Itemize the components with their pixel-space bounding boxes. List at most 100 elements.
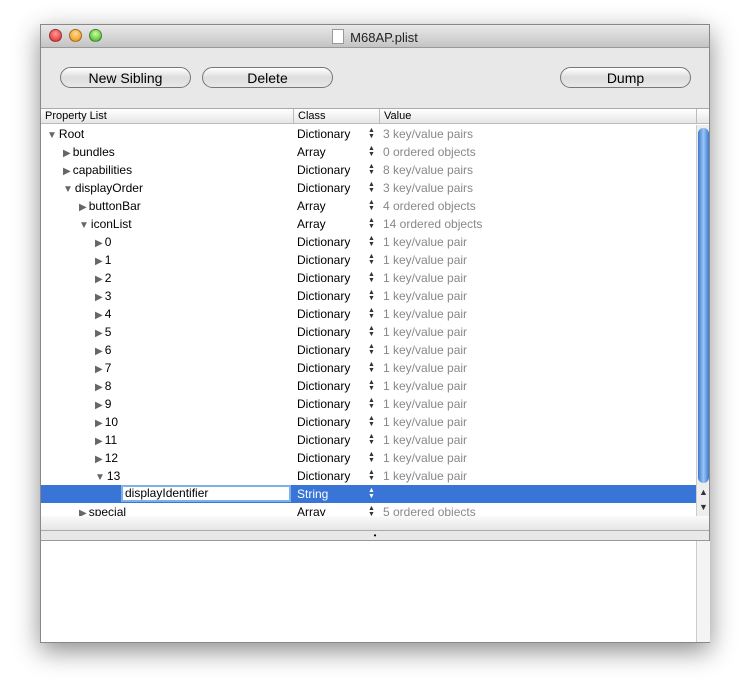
class-stepper-icon[interactable]: ▲ ▼ — [368, 415, 375, 428]
disclosure-triangle-collapsed-icon[interactable]: ▶ — [95, 310, 103, 321]
class-stepper-icon[interactable]: ▲ ▼ — [368, 217, 375, 230]
table-row[interactable]: ▶ 9 Dictionary ▲ ▼ 1 key/value pair — [41, 395, 696, 413]
title-bar[interactable]: M68AP.plist — [41, 25, 709, 48]
row-value[interactable]: 1 key/value pair — [383, 341, 467, 359]
class-stepper-icon[interactable]: ▲ ▼ — [368, 469, 375, 482]
table-row[interactable]: ▶ 4 Dictionary ▲ ▼ 1 key/value pair — [41, 305, 696, 323]
table-row[interactable]: ▶ 7 Dictionary ▲ ▼ 1 key/value pair — [41, 359, 696, 377]
row-class[interactable]: String — [297, 485, 328, 503]
class-stepper-icon[interactable]: ▲ ▼ — [368, 235, 375, 248]
disclosure-triangle-expanded-icon[interactable]: ▼ — [95, 472, 105, 483]
class-stepper-icon[interactable]: ▲ ▼ — [368, 145, 375, 158]
row-value[interactable]: 14 ordered objects — [383, 215, 482, 233]
row-value[interactable]: 1 key/value pair — [383, 287, 467, 305]
row-class[interactable]: Dictionary — [297, 449, 350, 467]
row-class[interactable]: Array — [297, 503, 326, 517]
vertical-scrollbar[interactable]: ▲ ▼ — [696, 125, 709, 517]
table-row[interactable]: ▼ displayOrder Dictionary ▲ ▼ 3 key/value pai… — [41, 179, 696, 197]
class-stepper-icon[interactable]: ▲ ▼ — [368, 433, 375, 446]
row-value[interactable]: 1 key/value pair — [383, 323, 467, 341]
disclosure-triangle-collapsed-icon[interactable]: ▶ — [63, 148, 71, 159]
class-stepper-icon[interactable]: ▲ ▼ — [368, 397, 375, 410]
row-class[interactable]: Dictionary — [297, 269, 350, 287]
column-header-value[interactable]: Value — [384, 110, 411, 122]
row-class[interactable]: Array — [297, 197, 326, 215]
row-class[interactable]: Dictionary — [297, 287, 350, 305]
column-header-class[interactable]: Class — [298, 110, 326, 122]
row-class[interactable]: Dictionary — [297, 125, 350, 143]
disclosure-triangle-expanded-icon[interactable]: ▼ — [47, 130, 57, 141]
table-row[interactable]: ▶ 2 Dictionary ▲ ▼ 1 key/value pair — [41, 269, 696, 287]
class-stepper-icon[interactable]: ▲ ▼ — [368, 487, 375, 500]
key-edit-field[interactable]: displayIdentifier — [121, 485, 291, 502]
class-stepper-icon[interactable]: ▲ ▼ — [368, 379, 375, 392]
row-value[interactable]: 0 ordered objects — [383, 143, 476, 161]
table-row[interactable]: ▶ 11 Dictionary ▲ ▼ 1 key/value pair — [41, 431, 696, 449]
table-row[interactable]: ▶ bundles Array ▲ ▼ 0 ordered objects — [41, 143, 696, 161]
row-value[interactable]: 1 key/value pair — [383, 233, 467, 251]
table-row[interactable]: ▶ 12 Dictionary ▲ ▼ 1 key/value pair — [41, 449, 696, 467]
row-class[interactable]: Array — [297, 215, 326, 233]
table-row[interactable]: ▶ capabilities Dictionary ▲ ▼ 8 key/value pai… — [41, 161, 696, 179]
dump-text-view[interactable] — [41, 541, 696, 642]
table-row[interactable]: ▶ special Array ▲ ▼ 5 ordered objects — [41, 503, 696, 517]
class-stepper-icon[interactable]: ▲ ▼ — [368, 451, 375, 464]
dump-button[interactable]: Dump — [560, 67, 691, 88]
disclosure-triangle-collapsed-icon[interactable]: ▶ — [95, 400, 103, 411]
table-row[interactable]: ▶ 8 Dictionary ▲ ▼ 1 key/value pair — [41, 377, 696, 395]
table-row[interactable]: ▶ 6 Dictionary ▲ ▼ 1 key/value pair — [41, 341, 696, 359]
row-class[interactable]: Dictionary — [297, 305, 350, 323]
disclosure-triangle-collapsed-icon[interactable]: ▶ — [95, 346, 103, 357]
disclosure-triangle-collapsed-icon[interactable]: ▶ — [95, 436, 103, 447]
class-stepper-icon[interactable]: ▲ ▼ — [368, 325, 375, 338]
class-stepper-icon[interactable]: ▲ ▼ — [368, 253, 375, 266]
split-view-divider[interactable]: • — [41, 531, 709, 541]
table-row[interactable]: ▼ Root Dictionary ▲ ▼ 3 key/value pairs — [41, 125, 696, 143]
row-value[interactable]: 1 key/value pair — [383, 377, 467, 395]
table-row[interactable]: ▶ 5 Dictionary ▲ ▼ 1 key/value pair — [41, 323, 696, 341]
disclosure-triangle-collapsed-icon[interactable]: ▶ — [79, 202, 87, 213]
row-value[interactable]: 1 key/value pair — [383, 269, 467, 287]
disclosure-triangle-expanded-icon[interactable]: ▼ — [63, 184, 73, 195]
table-row[interactable]: ▼ iconList Array ▲ ▼ 14 ordered objects — [41, 215, 696, 233]
scrollbar-thumb[interactable] — [698, 128, 709, 483]
class-stepper-icon[interactable]: ▲ ▼ — [368, 307, 375, 320]
row-class[interactable]: Dictionary — [297, 233, 350, 251]
text-view-scrollbar[interactable] — [696, 541, 710, 642]
table-row[interactable]: ▶ buttonBar Array ▲ ▼ 4 ordered objects — [41, 197, 696, 215]
row-value[interactable]: 5 ordered objects — [383, 503, 476, 517]
class-stepper-icon[interactable]: ▲ ▼ — [368, 127, 375, 140]
disclosure-triangle-collapsed-icon[interactable]: ▶ — [95, 418, 103, 429]
table-row[interactable]: ▼ 13 Dictionary ▲ ▼ 1 key/value pair — [41, 467, 696, 485]
disclosure-triangle-expanded-icon[interactable]: ▼ — [79, 220, 89, 231]
row-value[interactable]: 1 key/value pair — [383, 305, 467, 323]
class-stepper-icon[interactable]: ▲ ▼ — [368, 271, 375, 284]
row-value[interactable]: 3 key/value pairs — [383, 125, 473, 143]
row-class[interactable]: Dictionary — [297, 161, 350, 179]
disclosure-triangle-collapsed-icon[interactable]: ▶ — [95, 328, 103, 339]
row-class[interactable]: Dictionary — [297, 467, 350, 485]
row-value[interactable]: 3 key/value pairs — [383, 179, 473, 197]
table-row[interactable]: ▶ 10 Dictionary ▲ ▼ 1 key/value pair — [41, 413, 696, 431]
disclosure-triangle-collapsed-icon[interactable]: ▶ — [95, 364, 103, 375]
row-class[interactable]: Dictionary — [297, 179, 350, 197]
row-value[interactable]: 1 key/value pair — [383, 431, 467, 449]
table-row[interactable]: ▶ 0 Dictionary ▲ ▼ 1 key/value pair — [41, 233, 696, 251]
row-class[interactable]: Dictionary — [297, 251, 350, 269]
row-value[interactable]: 4 ordered objects — [383, 197, 476, 215]
row-class[interactable]: Dictionary — [297, 323, 350, 341]
row-value[interactable]: 1 key/value pair — [383, 395, 467, 413]
table-row[interactable]: displayIdentifier String ▲ ▼ — [41, 485, 696, 503]
table-row[interactable]: ▶ 1 Dictionary ▲ ▼ 1 key/value pair — [41, 251, 696, 269]
delete-button[interactable]: Delete — [202, 67, 333, 88]
disclosure-triangle-collapsed-icon[interactable]: ▶ — [95, 454, 103, 465]
row-class[interactable]: Dictionary — [297, 359, 350, 377]
row-value[interactable]: 8 key/value pairs — [383, 161, 473, 179]
scroll-up-arrow[interactable]: ▲ — [699, 487, 708, 497]
row-value[interactable]: 1 key/value pair — [383, 449, 467, 467]
row-value[interactable]: 1 key/value pair — [383, 251, 467, 269]
class-stepper-icon[interactable]: ▲ ▼ — [368, 361, 375, 374]
disclosure-triangle-collapsed-icon[interactable]: ▶ — [95, 274, 103, 285]
column-header-property-list[interactable]: Property List — [45, 110, 107, 122]
table-row[interactable]: ▶ 3 Dictionary ▲ ▼ 1 key/value pair — [41, 287, 696, 305]
